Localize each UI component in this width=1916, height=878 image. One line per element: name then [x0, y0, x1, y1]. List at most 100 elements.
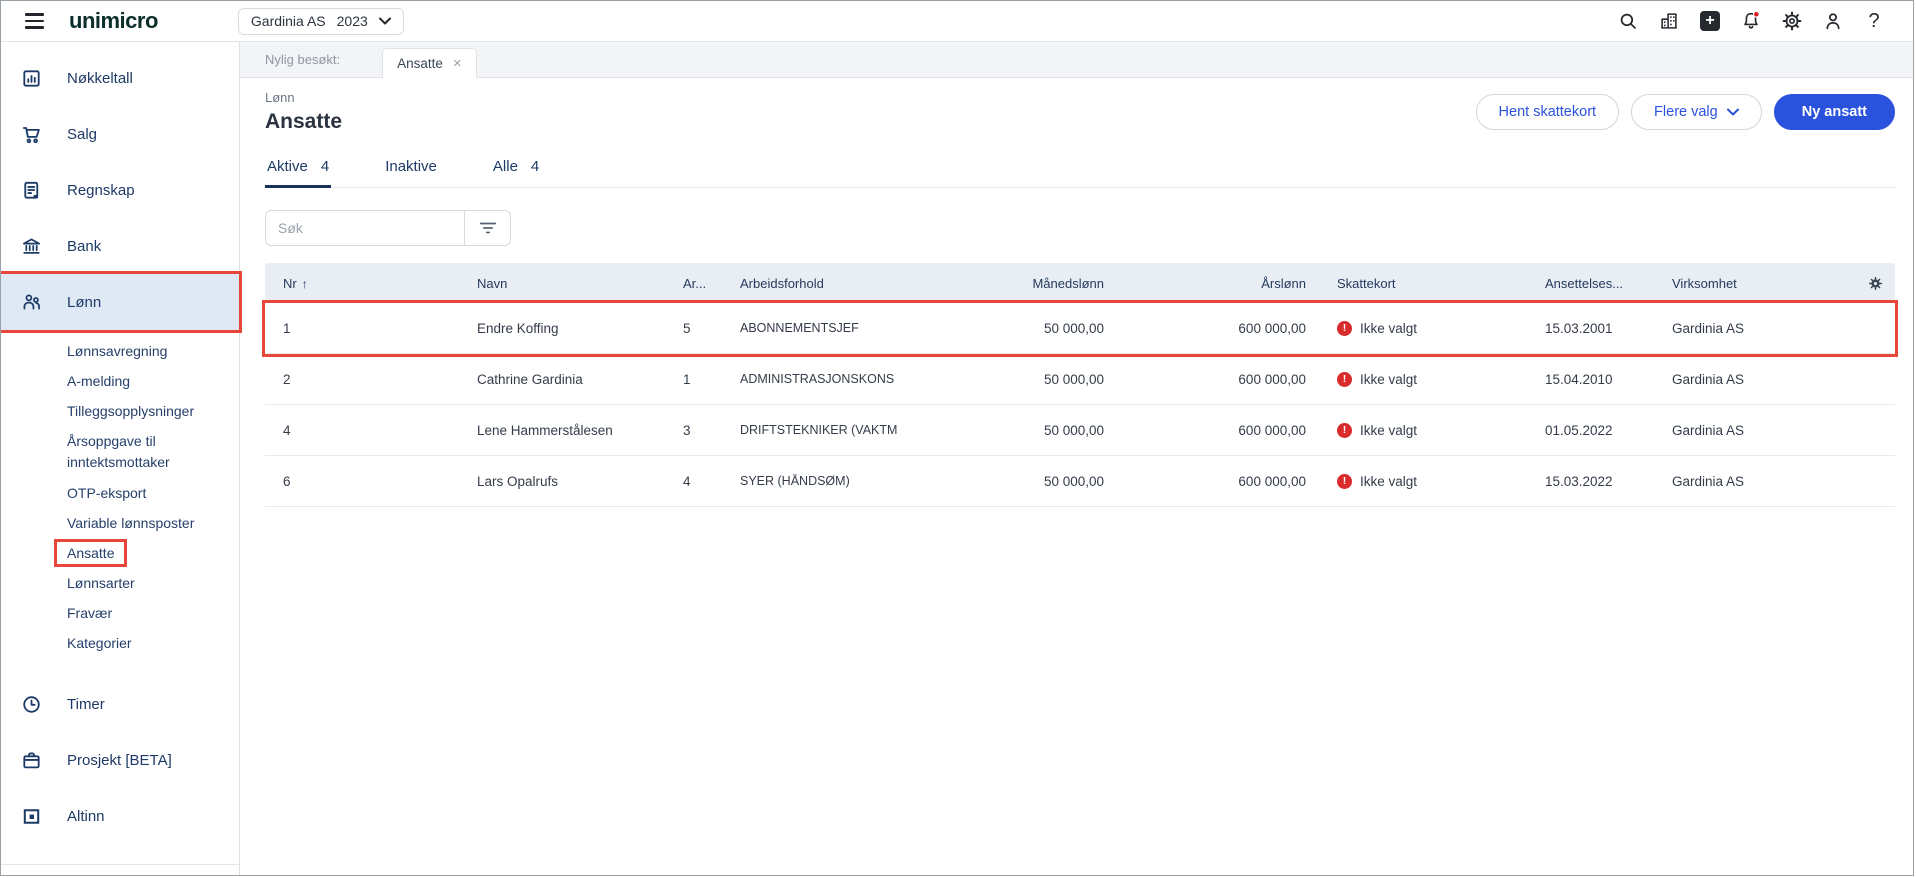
- cell-virksomhet: Gardinia AS: [1672, 422, 1745, 438]
- add-icon[interactable]: +: [1699, 10, 1721, 32]
- settings-icon[interactable]: [1781, 10, 1803, 32]
- cell-navn: Lars Opalrufs: [477, 473, 559, 489]
- main-content: Nylig besøkt: Ansatte × Lønn Ansatte Hen…: [240, 42, 1913, 875]
- tab-aktive[interactable]: Aktive 4: [265, 150, 332, 188]
- col-manedslonn[interactable]: Månedslønn: [940, 276, 1104, 291]
- filter-button[interactable]: [465, 210, 511, 246]
- notifications-icon[interactable]: [1740, 10, 1762, 32]
- table-row[interactable]: 4 Lene Hammerstålesen 3 DRIFTSTEKNIKER (…: [265, 405, 1895, 456]
- flere-valg-button[interactable]: Flere valg: [1631, 94, 1762, 130]
- tab-inaktive[interactable]: Inaktive: [383, 150, 439, 187]
- help-icon[interactable]: ?: [1863, 10, 1885, 32]
- sidebar-item-label: Lønn: [67, 293, 102, 311]
- employees-table: Nr ↑ Navn Ar... Arbeidsforhold Månedslønn…: [262, 263, 1898, 507]
- briefcase-icon: [19, 748, 43, 772]
- sidebar-item-prosjekt[interactable]: Prosjekt [BETA]: [1, 732, 239, 788]
- sidebar-subitem-ansatte[interactable]: Ansatte: [53, 538, 239, 568]
- search-input[interactable]: [265, 210, 465, 246]
- cell-skattekort: ! Ikke valgt: [1337, 320, 1545, 336]
- col-ansettelses[interactable]: Ansettelses...: [1545, 276, 1672, 291]
- chevron-down-icon: [378, 17, 391, 25]
- col-navn[interactable]: Navn: [477, 276, 683, 291]
- hamburger-menu-icon[interactable]: [25, 10, 47, 32]
- page-actions: Hent skattekort Flere valg Ny ansatt: [1475, 94, 1895, 130]
- page-title: Ansatte: [265, 110, 343, 133]
- cell-nr: 2: [283, 371, 291, 387]
- cell-virksomhet: Gardinia AS: [1672, 320, 1745, 336]
- ledger-icon: [19, 178, 43, 202]
- cell-skattekort: ! Ikke valgt: [1337, 473, 1545, 489]
- table-row[interactable]: 6 Lars Opalrufs 4 SYER (HÅNDSØM) 50 000,…: [265, 456, 1895, 507]
- sidebar-subitem-variable-lonnsposter[interactable]: Variable lønnsposter: [67, 508, 239, 538]
- cell-skattekort: ! Ikke valgt: [1337, 371, 1545, 387]
- bank-icon: [19, 234, 43, 258]
- sidebar-item-salg[interactable]: Salg: [1, 106, 239, 162]
- cell-arslonn: 600 000,00: [1238, 371, 1306, 387]
- col-skattekort[interactable]: Skattekort: [1337, 276, 1545, 291]
- tab-alle[interactable]: Alle 4: [491, 150, 541, 187]
- profile-icon[interactable]: [1822, 10, 1844, 32]
- company-selector[interactable]: Gardinia AS 2023: [237, 7, 404, 35]
- app-window: unimicro Gardinia AS 2023 + ? Nøkkeltall…: [0, 0, 1914, 876]
- chevron-down-icon: [1726, 108, 1739, 116]
- sidebar-subitem-kategorier[interactable]: Kategorier: [67, 628, 239, 658]
- table-row[interactable]: 2 Cathrine Gardinia 1 ADMINISTRASJONSKON…: [265, 354, 1895, 405]
- recent-label: Nylig besøkt:: [265, 52, 341, 67]
- cell-ar: 5: [683, 320, 691, 336]
- sidebar-item-lonn[interactable]: Lønn: [1, 271, 242, 333]
- app-logo: unimicro: [69, 8, 158, 33]
- company-year: 2023: [336, 13, 368, 29]
- table-row[interactable]: 1 Endre Koffing 5 ABONNEMENTSJEF 50 000,…: [262, 300, 1898, 357]
- topbar-left: unimicro Gardinia AS 2023: [1, 7, 404, 35]
- hent-skattekort-button[interactable]: Hent skattekort: [1475, 94, 1620, 130]
- cell-manedslonn: 50 000,00: [1043, 371, 1104, 387]
- sidebar-subitem-tilleggsopplysninger[interactable]: Tilleggsopplysninger: [67, 396, 239, 426]
- lonn-submenu: Lønnsavregning A-melding Tilleggsopplysn…: [1, 330, 239, 664]
- cell-virksomhet: Gardinia AS: [1672, 371, 1745, 387]
- alert-icon: !: [1337, 320, 1352, 336]
- column-settings-icon[interactable]: [1868, 275, 1895, 292]
- cell-navn: Endre Koffing: [477, 320, 559, 336]
- sidebar-subitem-otp-eksport[interactable]: OTP-eksport: [67, 478, 239, 508]
- col-arbeidsforhold[interactable]: Arbeidsforhold: [740, 276, 940, 291]
- companies-icon[interactable]: [1658, 10, 1680, 32]
- sidebar-item-timer[interactable]: Timer: [1, 676, 239, 732]
- page-header: Lønn Ansatte Hent skattekort Flere valg …: [240, 78, 1913, 144]
- sidebar-subitem-a-melding[interactable]: A-melding: [67, 366, 239, 396]
- annotation-box: Ansatte: [53, 539, 128, 567]
- sidebar: Nøkkeltall Salg Regnskap Bank Lønn Lønns…: [1, 42, 242, 875]
- recent-tab-ansatte[interactable]: Ansatte ×: [382, 48, 477, 78]
- cell-ansettelses: 15.03.2022: [1545, 473, 1613, 489]
- close-icon[interactable]: ×: [453, 56, 462, 71]
- col-virksomhet[interactable]: Virksomhet: [1672, 276, 1868, 291]
- cell-skattekort: ! Ikke valgt: [1337, 422, 1545, 438]
- cell-virksomhet: Gardinia AS: [1672, 473, 1745, 489]
- bar-chart-icon: [19, 66, 43, 90]
- sidebar-item-nokkeltall[interactable]: Nøkkeltall: [1, 50, 239, 106]
- tab-count: 4: [320, 158, 330, 175]
- cell-nr: 6: [283, 473, 291, 489]
- page-titles: Lønn Ansatte: [265, 90, 342, 134]
- cell-nr: 1: [283, 320, 291, 336]
- sidebar-subitem-arsoppgave[interactable]: Årsoppgave til inntektsmottaker: [67, 426, 239, 478]
- cell-ansettelses: 15.04.2010: [1545, 371, 1613, 387]
- tab-count: 4: [530, 158, 540, 175]
- sidebar-subitem-lonnsarter[interactable]: Lønnsarter: [67, 568, 239, 598]
- filter-icon: [478, 219, 498, 237]
- col-nr[interactable]: Nr ↑: [265, 276, 477, 291]
- company-name: Gardinia AS: [250, 13, 326, 29]
- ny-ansatt-button[interactable]: Ny ansatt: [1773, 94, 1895, 130]
- clock-icon: [19, 692, 43, 716]
- cell-nr: 4: [283, 422, 291, 438]
- sidebar-item-regnskap[interactable]: Regnskap: [1, 162, 239, 218]
- sidebar-item-altinn[interactable]: Altinn: [1, 788, 239, 844]
- search-icon[interactable]: [1617, 10, 1639, 32]
- page-overline: Lønn: [265, 90, 295, 105]
- sidebar-item-label: Timer: [67, 695, 105, 713]
- sidebar-item-bank[interactable]: Bank: [1, 218, 239, 274]
- col-arslonn[interactable]: Årslønn: [1104, 276, 1337, 291]
- cell-arbeidsforhold: ABONNEMENTSJEF: [740, 321, 859, 335]
- col-ar[interactable]: Ar...: [683, 276, 740, 291]
- sidebar-subitem-fravaer[interactable]: Fravær: [67, 598, 239, 628]
- sidebar-subitem-lonnsavregning[interactable]: Lønnsavregning: [67, 336, 239, 366]
